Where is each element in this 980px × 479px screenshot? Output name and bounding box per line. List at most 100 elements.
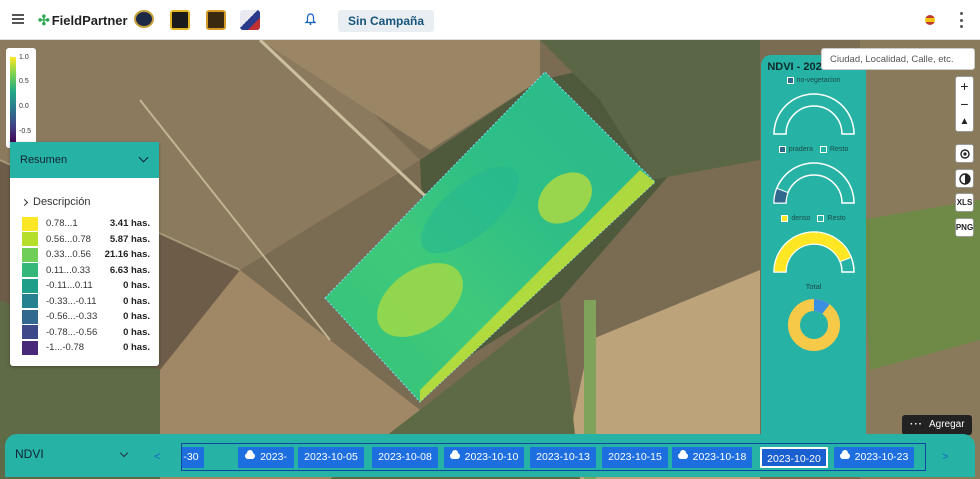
top-bar: ✣ FieldPartner Sin Campaña xyxy=(0,0,980,40)
date-label: 2023-10-10 xyxy=(464,451,519,463)
summary-header[interactable]: Resumen xyxy=(10,142,159,178)
zoom-in-button[interactable]: + xyxy=(956,77,973,95)
client-logo-2[interactable] xyxy=(170,10,190,30)
ndvi-stats-panel: NDVI - 2023-10-20 no-vegetacion pradera Re… xyxy=(761,55,866,439)
date-chip[interactable]: 2023-10-10 xyxy=(444,447,524,468)
add-button[interactable]: ··· Agregar xyxy=(902,415,972,435)
client-logo-3[interactable] xyxy=(206,10,226,30)
summary-row: 0.78...1 3.41 has. xyxy=(22,216,159,232)
range-swatch xyxy=(22,294,38,309)
satellite-map[interactable]: 1.0 0.5 0.0 -0.5 Ciudad, Localidad, Call… xyxy=(0,40,980,479)
next-dates-button[interactable]: > xyxy=(942,451,948,463)
gauge-chart xyxy=(772,231,855,273)
index-select[interactable]: NDVI xyxy=(15,447,135,461)
more-options-icon[interactable] xyxy=(960,12,963,28)
range-label: 0.11...0.33 xyxy=(46,264,91,276)
range-label: 0.33...0.56 xyxy=(46,249,91,261)
scale-tick: 0.0 xyxy=(19,103,29,110)
summary-row: 0.33...0.56 21.16 has. xyxy=(22,247,159,263)
campaign-button[interactable]: Sin Campaña xyxy=(338,10,435,32)
gauge-chart xyxy=(772,162,855,204)
legend-label: Resto xyxy=(829,146,849,153)
date-chip[interactable]: 2023-10-08 xyxy=(372,447,438,468)
gauge-legend: pradera Resto xyxy=(761,146,866,153)
language-flag-icon[interactable] xyxy=(925,15,935,25)
date-chip[interactable]: 2023-10-23 xyxy=(834,447,914,468)
date-label: 2023-10-08 xyxy=(378,451,432,463)
range-label: -0.33...-0.11 xyxy=(46,295,97,307)
range-swatch xyxy=(22,247,38,262)
total-label: Total xyxy=(805,282,822,291)
client-logo-1[interactable] xyxy=(134,10,154,28)
legend-swatch xyxy=(781,215,789,222)
date-chip[interactable]: 2023-10-13 xyxy=(530,447,596,468)
date-chip[interactable]: 2023-10-20 xyxy=(760,447,828,468)
gauge-legend: denso Resto xyxy=(761,215,866,222)
export-xls-button[interactable]: XLS xyxy=(955,193,974,212)
brand-logo[interactable]: ✣ FieldPartner xyxy=(38,12,128,29)
export-png-button[interactable]: PNG xyxy=(955,218,974,237)
contrast-icon[interactable] xyxy=(955,169,974,188)
date-label: -30 xyxy=(183,451,199,463)
scale-gradient xyxy=(10,57,16,143)
range-area: 3.41 has. xyxy=(109,218,150,230)
date-label: 2023-10-05 xyxy=(304,451,358,463)
range-area: 0 has. xyxy=(123,280,150,292)
summary-row: -0.56...-0.33 0 has. xyxy=(22,309,159,325)
summary-row: -1...-0.78 0 has. xyxy=(22,340,159,356)
range-swatch xyxy=(22,325,38,340)
legend-label: no-vegetacion xyxy=(796,77,841,84)
date-label: 2023-10-23 xyxy=(854,451,909,463)
range-area: 21.16 has. xyxy=(104,249,150,261)
legend-swatch xyxy=(817,215,825,222)
description-toggle[interactable]: Descripción xyxy=(20,196,159,208)
zoom-controls: + − ▲ xyxy=(955,76,974,132)
chevron-down-icon[interactable] xyxy=(138,152,149,163)
cloud-icon xyxy=(839,450,850,459)
total-donut-chart xyxy=(787,299,840,351)
range-area: 0 has. xyxy=(123,342,150,354)
range-area: 5.87 has. xyxy=(109,233,150,245)
gauge: denso Resto xyxy=(761,215,866,278)
index-select-value: NDVI xyxy=(15,447,44,461)
range-label: 0.56...0.78 xyxy=(46,233,91,245)
date-chip[interactable]: -30 xyxy=(182,447,204,468)
range-label: -0.56...-0.33 xyxy=(46,311,98,323)
scale-tick: -0.5 xyxy=(19,128,32,135)
menu-icon[interactable] xyxy=(12,14,24,24)
date-chip[interactable]: 2023-10-15 xyxy=(602,447,668,468)
location-search-input[interactable]: Ciudad, Localidad, Calle, etc. xyxy=(821,48,975,70)
zoom-out-button[interactable]: − xyxy=(956,95,973,113)
legend-label: denso xyxy=(791,215,811,222)
date-chip[interactable]: 2023-10-05 xyxy=(298,447,364,468)
locate-icon[interactable] xyxy=(955,144,974,163)
chevron-right-icon xyxy=(20,198,29,207)
range-label: -0.78...-0.56 xyxy=(46,326,98,338)
bell-icon[interactable] xyxy=(305,13,316,25)
range-label: -1...-0.78 xyxy=(46,342,85,354)
range-swatch xyxy=(22,232,38,247)
date-chip[interactable]: 2023-10-18 xyxy=(672,447,752,468)
date-label: 2023-10-03 xyxy=(260,451,287,463)
summary-row: 0.11...0.33 6.63 has. xyxy=(22,263,159,279)
client-logo-4[interactable] xyxy=(240,10,260,30)
range-swatch xyxy=(22,216,38,231)
range-swatch xyxy=(22,278,38,293)
prev-dates-button[interactable]: < xyxy=(154,451,160,463)
range-swatch xyxy=(22,340,38,355)
summary-panel: Resumen Descripción 0.78...1 3.41 has. 0.5… xyxy=(10,142,159,366)
range-swatch xyxy=(22,263,38,278)
date-chip[interactable]: 2023-10-03 xyxy=(238,447,294,468)
scale-tick: 1.0 xyxy=(19,54,29,61)
dates-strip: -30 2023-10-03 2023-10-05 2023-10-08 2023-10… xyxy=(181,443,926,471)
cloud-icon xyxy=(245,450,256,459)
range-label: 0.78...1 xyxy=(46,218,78,230)
date-label: 2023-10-18 xyxy=(692,451,747,463)
reset-north-button[interactable]: ▲ xyxy=(956,113,973,131)
gauges: no-vegetacion pradera Resto denso Resto xyxy=(761,77,866,278)
gauge-fill xyxy=(772,231,852,273)
ndvi-color-scale: 1.0 0.5 0.0 -0.5 xyxy=(6,48,36,148)
chevron-down-icon xyxy=(119,448,129,458)
range-area: 0 has. xyxy=(123,311,150,323)
range-swatch xyxy=(22,309,38,324)
